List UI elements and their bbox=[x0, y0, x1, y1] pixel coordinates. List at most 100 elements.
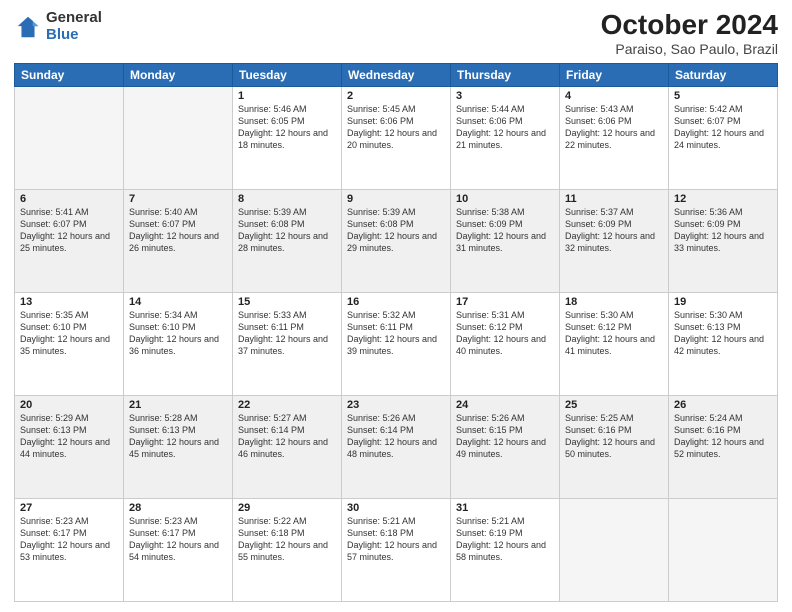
day-info: Sunrise: 5:35 AM Sunset: 6:10 PM Dayligh… bbox=[20, 309, 118, 358]
table-row: 9Sunrise: 5:39 AM Sunset: 6:08 PM Daylig… bbox=[342, 189, 451, 292]
day-info: Sunrise: 5:45 AM Sunset: 6:06 PM Dayligh… bbox=[347, 103, 445, 152]
day-info: Sunrise: 5:25 AM Sunset: 6:16 PM Dayligh… bbox=[565, 412, 663, 461]
table-row bbox=[560, 498, 669, 601]
day-info: Sunrise: 5:34 AM Sunset: 6:10 PM Dayligh… bbox=[129, 309, 227, 358]
calendar-title: October 2024 bbox=[601, 10, 778, 41]
table-row: 24Sunrise: 5:26 AM Sunset: 6:15 PM Dayli… bbox=[451, 395, 560, 498]
day-number: 8 bbox=[238, 193, 336, 205]
day-number: 18 bbox=[565, 296, 663, 308]
table-row: 3Sunrise: 5:44 AM Sunset: 6:06 PM Daylig… bbox=[451, 86, 560, 189]
day-info: Sunrise: 5:26 AM Sunset: 6:14 PM Dayligh… bbox=[347, 412, 445, 461]
table-row: 5Sunrise: 5:42 AM Sunset: 6:07 PM Daylig… bbox=[669, 86, 778, 189]
day-info: Sunrise: 5:38 AM Sunset: 6:09 PM Dayligh… bbox=[456, 206, 554, 255]
table-row: 21Sunrise: 5:28 AM Sunset: 6:13 PM Dayli… bbox=[124, 395, 233, 498]
table-row: 2Sunrise: 5:45 AM Sunset: 6:06 PM Daylig… bbox=[342, 86, 451, 189]
day-info: Sunrise: 5:21 AM Sunset: 6:18 PM Dayligh… bbox=[347, 515, 445, 564]
table-row: 28Sunrise: 5:23 AM Sunset: 6:17 PM Dayli… bbox=[124, 498, 233, 601]
day-number: 22 bbox=[238, 399, 336, 411]
title-block: October 2024 Paraiso, Sao Paulo, Brazil bbox=[601, 10, 778, 57]
day-number: 28 bbox=[129, 502, 227, 514]
col-friday: Friday bbox=[560, 63, 669, 86]
table-row: 25Sunrise: 5:25 AM Sunset: 6:16 PM Dayli… bbox=[560, 395, 669, 498]
logo-general-text: General bbox=[46, 10, 102, 27]
day-number: 26 bbox=[674, 399, 772, 411]
day-number: 30 bbox=[347, 502, 445, 514]
day-number: 25 bbox=[565, 399, 663, 411]
day-info: Sunrise: 5:22 AM Sunset: 6:18 PM Dayligh… bbox=[238, 515, 336, 564]
day-info: Sunrise: 5:41 AM Sunset: 6:07 PM Dayligh… bbox=[20, 206, 118, 255]
day-number: 21 bbox=[129, 399, 227, 411]
table-row: 29Sunrise: 5:22 AM Sunset: 6:18 PM Dayli… bbox=[233, 498, 342, 601]
day-number: 20 bbox=[20, 399, 118, 411]
day-number: 7 bbox=[129, 193, 227, 205]
col-monday: Monday bbox=[124, 63, 233, 86]
table-row: 12Sunrise: 5:36 AM Sunset: 6:09 PM Dayli… bbox=[669, 189, 778, 292]
page: General Blue October 2024 Paraiso, Sao P… bbox=[0, 0, 792, 612]
day-number: 29 bbox=[238, 502, 336, 514]
table-row: 10Sunrise: 5:38 AM Sunset: 6:09 PM Dayli… bbox=[451, 189, 560, 292]
table-row: 14Sunrise: 5:34 AM Sunset: 6:10 PM Dayli… bbox=[124, 292, 233, 395]
day-info: Sunrise: 5:43 AM Sunset: 6:06 PM Dayligh… bbox=[565, 103, 663, 152]
day-info: Sunrise: 5:42 AM Sunset: 6:07 PM Dayligh… bbox=[674, 103, 772, 152]
table-row: 18Sunrise: 5:30 AM Sunset: 6:12 PM Dayli… bbox=[560, 292, 669, 395]
day-number: 19 bbox=[674, 296, 772, 308]
day-info: Sunrise: 5:26 AM Sunset: 6:15 PM Dayligh… bbox=[456, 412, 554, 461]
day-number: 27 bbox=[20, 502, 118, 514]
calendar-week-row: 27 Sunrise: 5:23 AM Sunset: 6:17 PM Dayli… bbox=[15, 498, 778, 601]
day-info: Sunrise: 5:21 AM Sunset: 6:19 PM Dayligh… bbox=[456, 515, 554, 564]
day-number: 17 bbox=[456, 296, 554, 308]
table-row: 31Sunrise: 5:21 AM Sunset: 6:19 PM Dayli… bbox=[451, 498, 560, 601]
logo: General Blue bbox=[14, 10, 102, 43]
table-row: 1Sunrise: 5:46 AM Sunset: 6:05 PM Daylig… bbox=[233, 86, 342, 189]
day-info: Sunrise: 5:30 AM Sunset: 6:13 PM Dayligh… bbox=[674, 309, 772, 358]
calendar-header-row: Sunday Monday Tuesday Wednesday Thursday… bbox=[15, 63, 778, 86]
table-row: 19Sunrise: 5:30 AM Sunset: 6:13 PM Dayli… bbox=[669, 292, 778, 395]
table-row: 13Sunrise: 5:35 AM Sunset: 6:10 PM Dayli… bbox=[15, 292, 124, 395]
table-row bbox=[124, 86, 233, 189]
day-info: Sunrise: 5:33 AM Sunset: 6:11 PM Dayligh… bbox=[238, 309, 336, 358]
table-row: 4Sunrise: 5:43 AM Sunset: 6:06 PM Daylig… bbox=[560, 86, 669, 189]
day-number: 12 bbox=[674, 193, 772, 205]
day-number: 15 bbox=[238, 296, 336, 308]
calendar-table: Sunday Monday Tuesday Wednesday Thursday… bbox=[14, 63, 778, 602]
col-saturday: Saturday bbox=[669, 63, 778, 86]
calendar-week-row: 1Sunrise: 5:46 AM Sunset: 6:05 PM Daylig… bbox=[15, 86, 778, 189]
day-info: Sunrise: 5:32 AM Sunset: 6:11 PM Dayligh… bbox=[347, 309, 445, 358]
day-number: 16 bbox=[347, 296, 445, 308]
day-info: Sunrise: 5:27 AM Sunset: 6:14 PM Dayligh… bbox=[238, 412, 336, 461]
day-number: 14 bbox=[129, 296, 227, 308]
calendar-week-row: 13Sunrise: 5:35 AM Sunset: 6:10 PM Dayli… bbox=[15, 292, 778, 395]
table-row: 23Sunrise: 5:26 AM Sunset: 6:14 PM Dayli… bbox=[342, 395, 451, 498]
table-row: 6Sunrise: 5:41 AM Sunset: 6:07 PM Daylig… bbox=[15, 189, 124, 292]
day-number: 2 bbox=[347, 90, 445, 102]
day-info: Sunrise: 5:46 AM Sunset: 6:05 PM Dayligh… bbox=[238, 103, 336, 152]
calendar-location: Paraiso, Sao Paulo, Brazil bbox=[601, 41, 778, 57]
table-row: 27Sunrise: 5:23 AM Sunset: 6:17 PM Dayli… bbox=[15, 498, 124, 601]
table-row: 15Sunrise: 5:33 AM Sunset: 6:11 PM Dayli… bbox=[233, 292, 342, 395]
table-row: 11Sunrise: 5:37 AM Sunset: 6:09 PM Dayli… bbox=[560, 189, 669, 292]
day-number: 11 bbox=[565, 193, 663, 205]
table-row: 8Sunrise: 5:39 AM Sunset: 6:08 PM Daylig… bbox=[233, 189, 342, 292]
day-info: Sunrise: 5:36 AM Sunset: 6:09 PM Dayligh… bbox=[674, 206, 772, 255]
day-number: 5 bbox=[674, 90, 772, 102]
day-number: 10 bbox=[456, 193, 554, 205]
day-info: Sunrise: 5:37 AM Sunset: 6:09 PM Dayligh… bbox=[565, 206, 663, 255]
day-number: 6 bbox=[20, 193, 118, 205]
calendar-week-row: 20Sunrise: 5:29 AM Sunset: 6:13 PM Dayli… bbox=[15, 395, 778, 498]
day-number: 13 bbox=[20, 296, 118, 308]
day-info: Sunrise: 5:39 AM Sunset: 6:08 PM Dayligh… bbox=[347, 206, 445, 255]
calendar-week-row: 6Sunrise: 5:41 AM Sunset: 6:07 PM Daylig… bbox=[15, 189, 778, 292]
table-row: 16Sunrise: 5:32 AM Sunset: 6:11 PM Dayli… bbox=[342, 292, 451, 395]
day-info: Sunrise: 5:40 AM Sunset: 6:07 PM Dayligh… bbox=[129, 206, 227, 255]
day-info: Sunrise: 5:28 AM Sunset: 6:13 PM Dayligh… bbox=[129, 412, 227, 461]
table-row: 7Sunrise: 5:40 AM Sunset: 6:07 PM Daylig… bbox=[124, 189, 233, 292]
table-row bbox=[669, 498, 778, 601]
day-info: Sunrise: 5:23 AM Sunset: 6:17 PM Dayligh… bbox=[129, 515, 227, 564]
col-tuesday: Tuesday bbox=[233, 63, 342, 86]
day-number: 3 bbox=[456, 90, 554, 102]
day-info: Sunrise: 5:39 AM Sunset: 6:08 PM Dayligh… bbox=[238, 206, 336, 255]
col-wednesday: Wednesday bbox=[342, 63, 451, 86]
logo-icon bbox=[14, 13, 42, 41]
table-row: 22Sunrise: 5:27 AM Sunset: 6:14 PM Dayli… bbox=[233, 395, 342, 498]
day-number: 24 bbox=[456, 399, 554, 411]
